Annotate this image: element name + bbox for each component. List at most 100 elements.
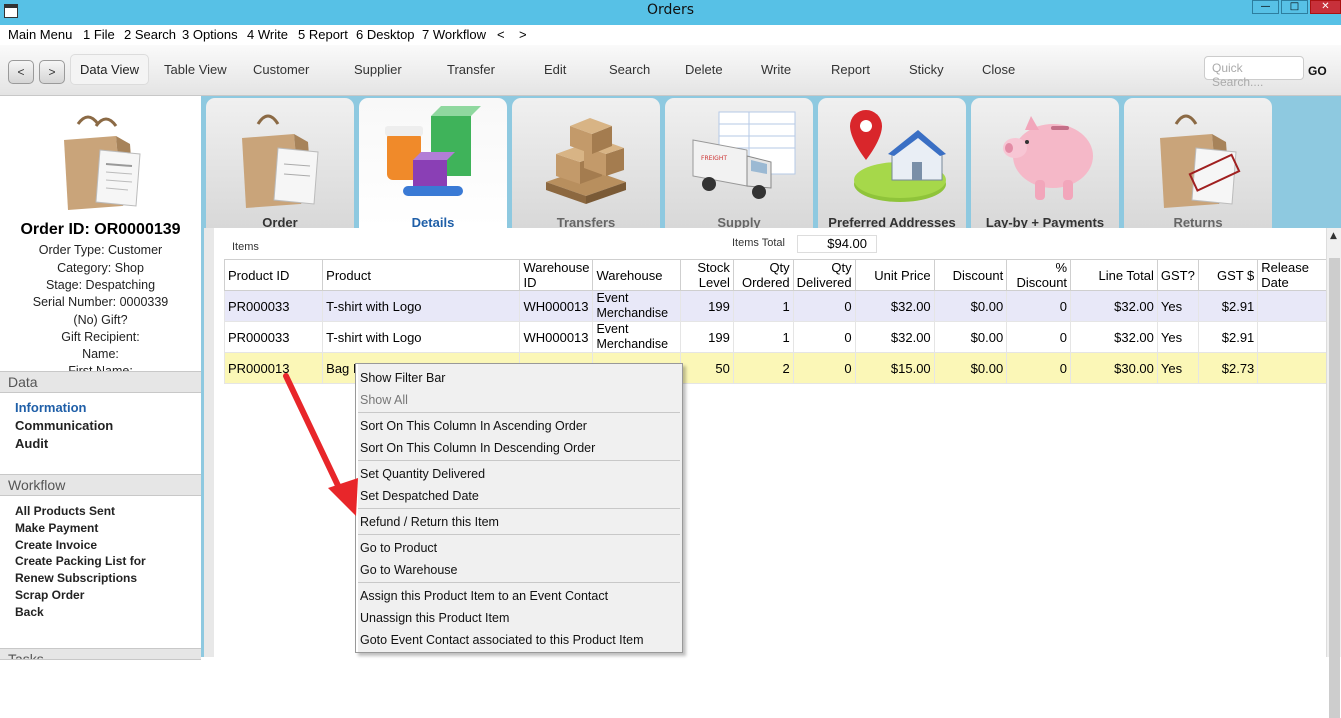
workflow-all-products-sent[interactable]: All Products Sent	[15, 504, 115, 518]
menu-search[interactable]: 2 Search	[124, 27, 176, 42]
workflow-create-invoice[interactable]: Create Invoice	[15, 538, 97, 552]
delete-button[interactable]: Delete	[685, 62, 723, 77]
report-button[interactable]: Report	[831, 62, 870, 77]
tab-details[interactable]: Details	[359, 98, 507, 230]
tab-order[interactable]: Order	[206, 98, 354, 230]
column-header[interactable]: Stock Level	[680, 259, 734, 291]
cell-gst[interactable]: Yes	[1156, 321, 1199, 353]
scroll-up-icon[interactable]: ▲	[1330, 231, 1337, 241]
go-button[interactable]: GO	[1308, 64, 1327, 78]
cell-warehouse-id[interactable]: WH000013	[519, 290, 594, 322]
cell-gst[interactable]: Yes	[1156, 352, 1199, 384]
tab-transfers[interactable]: Transfers	[512, 98, 660, 230]
cell-product-id[interactable]: PR000033	[223, 321, 324, 353]
close-window-button[interactable]: ✕	[1310, 0, 1341, 14]
menu-item-sort-ascending[interactable]: Sort On This Column In Ascending Order	[360, 419, 587, 433]
cell-product[interactable]: T-shirt with Logo	[322, 290, 521, 322]
close-button[interactable]: Close	[982, 62, 1015, 77]
cell-release[interactable]	[1257, 290, 1327, 322]
transfer-button[interactable]: Transfer	[447, 62, 495, 77]
sidebar-item-communication[interactable]: Communication	[15, 418, 113, 433]
table-row[interactable]: PR000033 T-shirt with Logo WH000013 Event M…	[223, 321, 1327, 353]
menu-item-refund-return[interactable]: Refund / Return this Item	[360, 515, 499, 529]
cell-stock[interactable]: 199	[680, 321, 734, 353]
menu-workflow[interactable]: 7 Workflow	[422, 27, 486, 42]
menu-item-set-despatched-date[interactable]: Set Despatched Date	[360, 489, 479, 503]
menu-desktop[interactable]: 6 Desktop	[356, 27, 415, 42]
workflow-back[interactable]: Back	[15, 605, 44, 619]
vertical-scrollbar[interactable]: ▲	[1326, 228, 1341, 718]
menu-item-go-to-product[interactable]: Go to Product	[360, 541, 437, 555]
cell-unit-price[interactable]: $15.00	[854, 352, 935, 384]
cell-pct-discount[interactable]: 0	[1006, 352, 1072, 384]
cell-gst[interactable]: Yes	[1156, 290, 1199, 322]
write-button[interactable]: Write	[761, 62, 791, 77]
cell-line-total[interactable]: $30.00	[1070, 352, 1158, 384]
cell-unit-price[interactable]: $32.00	[854, 321, 935, 353]
cell-qty-delivered[interactable]: 0	[792, 352, 856, 384]
cell-qty-ordered[interactable]: 2	[732, 352, 794, 384]
quick-search-input[interactable]: Quick Search....	[1204, 56, 1304, 89]
supplier-button[interactable]: Supplier	[354, 62, 402, 77]
tab-supply[interactable]: FREIGHT Supply	[665, 98, 813, 230]
column-header[interactable]: Unit Price	[854, 259, 935, 291]
sidebar-item-audit[interactable]: Audit	[15, 436, 48, 451]
menu-report[interactable]: 5 Report	[298, 27, 348, 42]
data-view-button[interactable]: Data View	[70, 54, 149, 85]
cell-gst-amt[interactable]: $2.73	[1197, 352, 1259, 384]
cell-pct-discount[interactable]: 0	[1006, 321, 1072, 353]
cell-product-id[interactable]: PR000033	[223, 290, 324, 322]
tab-preferred-addresses[interactable]: Preferred Addresses	[818, 98, 966, 230]
menu-item-sort-descending[interactable]: Sort On This Column In Descending Order	[360, 441, 595, 455]
forward-button[interactable]: >	[39, 60, 65, 84]
column-header[interactable]: Product	[322, 259, 521, 291]
cell-qty-ordered[interactable]: 1	[732, 290, 794, 322]
back-button[interactable]: <	[8, 60, 34, 84]
cell-line-total[interactable]: $32.00	[1070, 321, 1158, 353]
menu-item-unassign-product-item[interactable]: Unassign this Product Item	[360, 611, 509, 625]
tab-layby-payments[interactable]: Lay-by + Payments	[971, 98, 1119, 230]
cell-gst-amt[interactable]: $2.91	[1197, 321, 1259, 353]
menu-file[interactable]: 1 File	[83, 27, 115, 42]
column-header[interactable]: Qty Ordered	[732, 259, 794, 291]
column-header[interactable]: GST?	[1156, 259, 1199, 291]
menu-item-show-filter-bar[interactable]: Show Filter Bar	[360, 371, 445, 385]
cell-product[interactable]: T-shirt with Logo	[322, 321, 521, 353]
sticky-button[interactable]: Sticky	[909, 62, 944, 77]
cell-release[interactable]	[1257, 321, 1327, 353]
column-header[interactable]: % Discount	[1006, 259, 1072, 291]
column-header[interactable]: Discount	[933, 259, 1008, 291]
workflow-scrap-order[interactable]: Scrap Order	[15, 588, 84, 602]
cell-discount[interactable]: $0.00	[933, 321, 1008, 353]
cell-gst-amt[interactable]: $2.91	[1197, 290, 1259, 322]
cell-stock[interactable]: 50	[680, 352, 734, 384]
edit-button[interactable]: Edit	[544, 62, 566, 77]
customer-button[interactable]: Customer	[253, 62, 309, 77]
cell-unit-price[interactable]: $32.00	[854, 290, 935, 322]
menu-write[interactable]: 4 Write	[247, 27, 288, 42]
cell-release[interactable]	[1257, 352, 1327, 384]
cell-stock[interactable]: 199	[680, 290, 734, 322]
scrollbar-thumb[interactable]	[1329, 258, 1340, 718]
column-header[interactable]: Product ID	[223, 259, 324, 291]
column-header[interactable]: Warehouse	[592, 259, 682, 291]
cell-qty-delivered[interactable]: 0	[792, 321, 856, 353]
cell-warehouse[interactable]: Event Merchandise	[592, 290, 682, 322]
sidebar-item-information[interactable]: Information	[15, 400, 87, 415]
cell-qty-ordered[interactable]: 1	[732, 321, 794, 353]
menu-main[interactable]: Main Menu	[8, 27, 72, 42]
workflow-renew-subscriptions[interactable]: Renew Subscriptions	[15, 571, 137, 585]
cell-qty-delivered[interactable]: 0	[792, 290, 856, 322]
cell-discount[interactable]: $0.00	[933, 290, 1008, 322]
column-header[interactable]: GST $	[1197, 259, 1259, 291]
column-header[interactable]: Line Total	[1070, 259, 1158, 291]
maximize-button[interactable]: □	[1281, 0, 1308, 14]
workflow-make-payment[interactable]: Make Payment	[15, 521, 98, 535]
cell-line-total[interactable]: $32.00	[1070, 290, 1158, 322]
menu-item-go-to-warehouse[interactable]: Go to Warehouse	[360, 563, 458, 577]
cell-warehouse[interactable]: Event Merchandise	[592, 321, 682, 353]
menu-scroll-right[interactable]: >	[519, 27, 527, 42]
menu-item-assign-event-contact[interactable]: Assign this Product Item to an Event Con…	[360, 589, 608, 603]
table-view-button[interactable]: Table View	[164, 62, 227, 77]
minimize-button[interactable]: —	[1252, 0, 1279, 14]
